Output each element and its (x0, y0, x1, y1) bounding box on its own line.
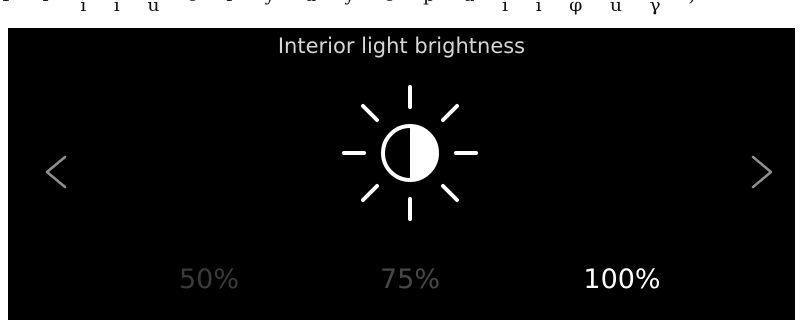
top-cropped-strip: ᴾ ʳ ᵢ ᵢ ᵤ ᵒ ʳ ʸ ᵘ ʸ ᵒ ᵖ ᵘ ᵢ ᵢ ᵩ ᵤ ᵧ ⁾ (0, 0, 804, 28)
chevron-right-icon (751, 155, 773, 189)
level-75-option[interactable]: 75% (350, 264, 470, 295)
level-50-option[interactable]: 50% (149, 264, 269, 295)
next-button[interactable] (742, 152, 782, 192)
brightness-level-selector: 50% 75% 100% (8, 264, 795, 304)
brightness-sun-icon (342, 85, 478, 221)
chevron-left-icon (45, 155, 67, 189)
previous-button[interactable] (36, 152, 76, 192)
level-100-option[interactable]: 100% (562, 264, 682, 295)
cropped-text: ᴾ ʳ ᵢ ᵢ ᵤ ᵒ ʳ ʸ ᵘ ʸ ᵒ ᵖ ᵘ ᵢ ᵢ ᵩ ᵤ ᵧ ⁾ (2, 0, 705, 19)
brightness-screen: Interior light brightness 50% 75% 100% (8, 28, 795, 320)
page-title: Interior light brightness (277, 34, 526, 58)
